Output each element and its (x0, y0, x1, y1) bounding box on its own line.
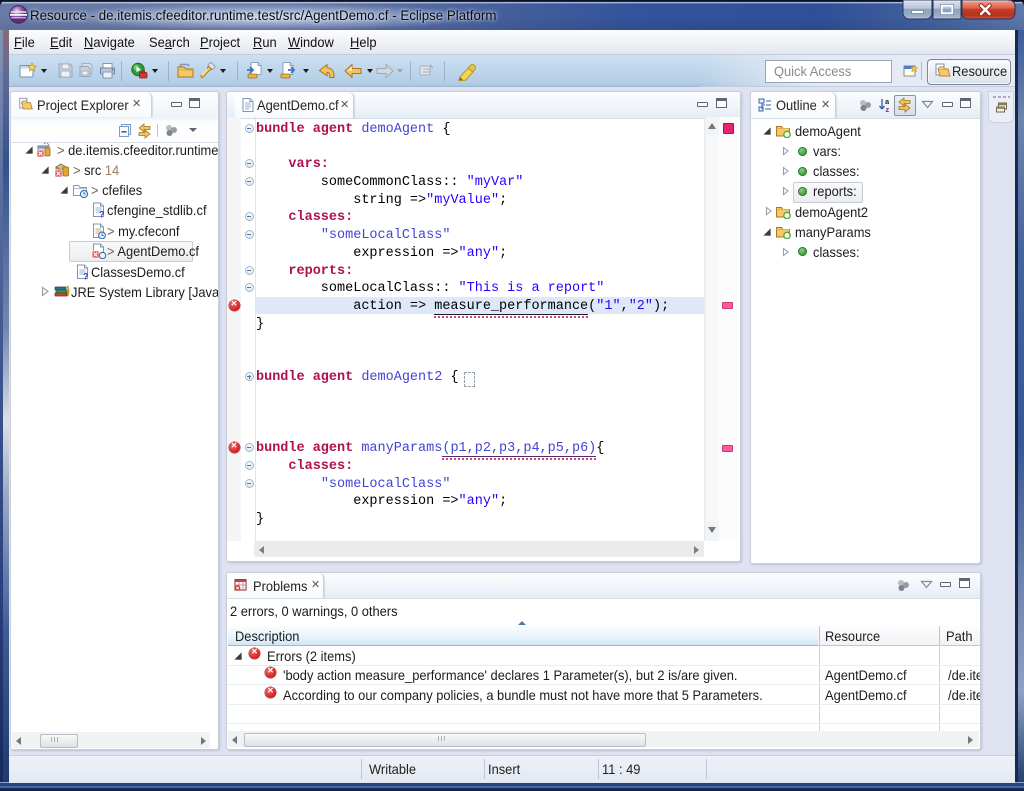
svg-text:?: ? (99, 210, 105, 219)
svg-text:?: ? (83, 272, 89, 281)
